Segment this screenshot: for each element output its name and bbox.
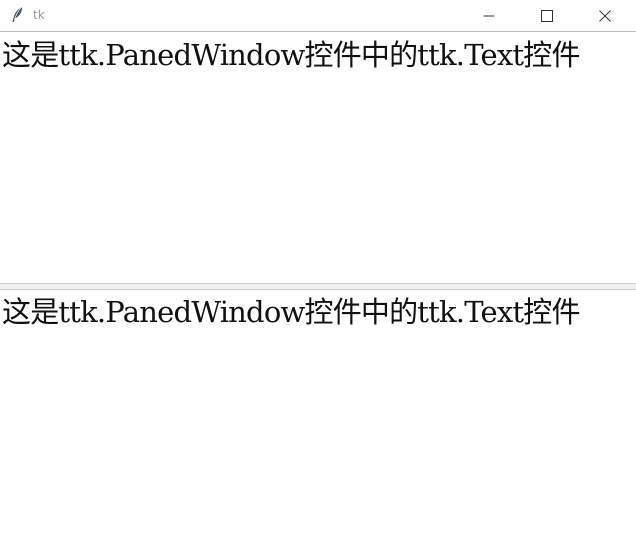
- maximize-button[interactable]: [524, 0, 570, 31]
- text-content: 这是ttk.PanedWindow控件中的ttk.Text控件: [2, 38, 580, 72]
- title-bar[interactable]: tk: [0, 0, 636, 32]
- close-icon: [599, 9, 611, 22]
- text-widget-bottom[interactable]: 这是ttk.PanedWindow控件中的ttk.Text控件: [0, 290, 636, 534]
- tk-feather-icon: [9, 6, 25, 24]
- minimize-icon: [483, 10, 495, 22]
- text-widget-top[interactable]: 这是ttk.PanedWindow控件中的ttk.Text控件: [0, 33, 636, 283]
- minimize-button[interactable]: [466, 0, 512, 31]
- window-title: tk: [33, 8, 45, 22]
- close-button[interactable]: [582, 0, 628, 31]
- tk-window: tk 这是ttk.PanedWindow控件中的ttk.Text控件 这是ttk…: [0, 0, 636, 534]
- maximize-icon: [541, 9, 553, 22]
- paned-window-sash[interactable]: [0, 283, 636, 290]
- paned-window-pane-top: 这是ttk.PanedWindow控件中的ttk.Text控件: [0, 33, 636, 283]
- text-content: 这是ttk.PanedWindow控件中的ttk.Text控件: [2, 295, 580, 329]
- paned-window-pane-bottom: 这是ttk.PanedWindow控件中的ttk.Text控件: [0, 290, 636, 534]
